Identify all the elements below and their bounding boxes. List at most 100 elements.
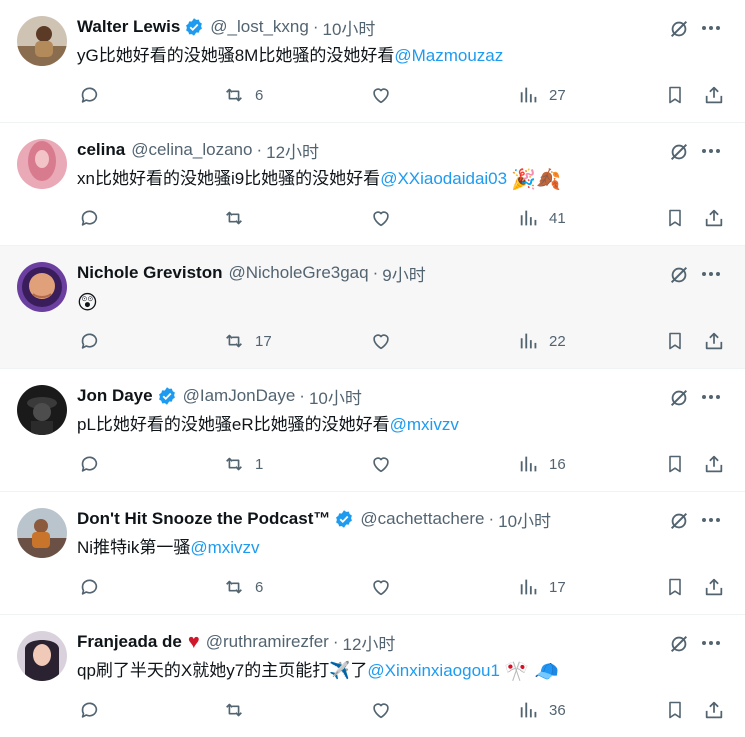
views-count: 41	[549, 209, 566, 227]
tweet[interactable]: celina @celina_lozano · 12小时 xn比她好看的没她骚i…	[0, 123, 745, 246]
separator-dot: ·	[312, 17, 319, 36]
more-icon[interactable]	[699, 385, 723, 409]
grok-icon[interactable]	[668, 387, 690, 409]
retweet-button[interactable]: 17	[222, 330, 272, 352]
like-button[interactable]	[370, 453, 401, 475]
avatar[interactable]	[17, 508, 67, 558]
views-count: 16	[549, 455, 566, 473]
bookmark-icon[interactable]	[665, 207, 685, 229]
views-button[interactable]: 17	[518, 576, 566, 598]
bookmark-icon[interactable]	[665, 699, 685, 721]
bookmark-icon[interactable]	[665, 576, 685, 598]
views-button[interactable]: 27	[518, 84, 566, 106]
like-button[interactable]	[370, 576, 401, 598]
views-button[interactable]: 36	[518, 699, 566, 721]
more-icon[interactable]	[699, 262, 723, 286]
tweet-time[interactable]: 10小时	[309, 384, 362, 409]
avatar[interactable]	[17, 139, 67, 189]
verified-badge-icon	[157, 386, 177, 406]
grok-icon[interactable]	[668, 264, 690, 286]
like-button[interactable]	[370, 699, 401, 721]
tweet[interactable]: Walter Lewis @_lost_kxng · 10小时 yG比她好看的没…	[0, 0, 745, 123]
tweet-time[interactable]: 12小时	[342, 630, 395, 655]
author-handle[interactable]: @cachettachere	[360, 509, 484, 529]
bookmark-icon[interactable]	[665, 453, 685, 475]
author-name[interactable]: Nichole Greviston	[77, 263, 222, 283]
author-handle[interactable]: @ruthramirezfer	[206, 632, 329, 652]
reply-button[interactable]	[78, 453, 109, 475]
tweet-header: Franjeada de ♥ @ruthramirezfer · 12小时	[77, 630, 665, 654]
reply-button[interactable]	[78, 699, 109, 721]
mention-link[interactable]: @mxivzv	[390, 415, 459, 434]
grok-icon[interactable]	[668, 141, 690, 163]
bookmark-icon[interactable]	[665, 330, 685, 352]
tweet[interactable]: Don't Hit Snooze the Podcast™ @cachettac…	[0, 492, 745, 615]
retweet-button[interactable]: 6	[222, 84, 263, 106]
tweet-emoji: 🎌 🧢	[503, 661, 560, 683]
share-icon[interactable]	[703, 84, 725, 106]
more-icon[interactable]	[699, 16, 723, 40]
reply-button[interactable]	[78, 84, 109, 106]
author-handle[interactable]: @IamJonDaye	[183, 386, 296, 406]
retweet-button[interactable]	[222, 207, 255, 229]
like-button[interactable]	[370, 207, 401, 229]
tweet-time[interactable]: 10小时	[498, 507, 551, 532]
mention-link[interactable]: @mxivzv	[190, 538, 259, 557]
avatar[interactable]	[17, 262, 67, 312]
share-icon[interactable]	[703, 699, 725, 721]
author-handle[interactable]: @_lost_kxng	[210, 17, 309, 37]
grok-icon[interactable]	[668, 18, 690, 40]
tweet-time[interactable]: 12小时	[266, 138, 319, 163]
more-icon[interactable]	[699, 508, 723, 532]
verified-badge-icon	[184, 17, 204, 37]
mention-link[interactable]: @Mazmouzaz	[394, 46, 503, 65]
share-icon[interactable]	[703, 453, 725, 475]
more-icon[interactable]	[699, 139, 723, 163]
verified-badge-icon	[334, 509, 354, 529]
reply-button[interactable]	[78, 330, 109, 352]
views-button[interactable]: 41	[518, 207, 566, 229]
avatar[interactable]	[17, 16, 67, 66]
tweet-text: yG比她好看的没她骚8M比她骚的没她好看@Mazmouzaz	[77, 44, 705, 68]
share-icon[interactable]	[703, 330, 725, 352]
share-icon[interactable]	[703, 207, 725, 229]
author-name[interactable]: Franjeada de	[77, 632, 182, 652]
bookmark-icon[interactable]	[665, 84, 685, 106]
separator-dot: ·	[256, 140, 263, 159]
avatar[interactable]	[17, 631, 67, 681]
author-name[interactable]: Don't Hit Snooze the Podcast™	[77, 509, 330, 529]
grok-icon[interactable]	[668, 510, 690, 532]
tweet-body: yG比她好看的没她骚8M比她骚的没她好看	[77, 46, 395, 65]
tweet-time[interactable]: 9小时	[382, 261, 425, 286]
grok-icon[interactable]	[668, 633, 690, 655]
tweet-actions: 6 27	[0, 84, 745, 110]
views-button[interactable]: 22	[518, 330, 566, 352]
tweet[interactable]: Jon Daye @IamJonDaye · 10小时 pL比她好看的没她骚eR…	[0, 369, 745, 492]
retweet-button[interactable]: 1	[222, 453, 263, 475]
like-button[interactable]	[370, 84, 401, 106]
reply-button[interactable]	[78, 207, 109, 229]
author-name[interactable]: Walter Lewis	[77, 17, 180, 37]
tweet-emoji: 🎉🍂	[511, 169, 561, 191]
separator-dot: ·	[372, 263, 379, 282]
mention-link[interactable]: @Xinxinxiaogou1	[367, 661, 500, 680]
reply-button[interactable]	[78, 576, 109, 598]
separator-dot: ·	[299, 386, 305, 405]
tweet-time[interactable]: 10小时	[323, 15, 376, 40]
views-button[interactable]: 16	[518, 453, 566, 475]
author-handle[interactable]: @celina_lozano	[131, 140, 252, 160]
author-name[interactable]: Jon Daye	[77, 386, 153, 406]
retweet-button[interactable]	[222, 699, 255, 721]
mention-link[interactable]: @XXiaodaidai03	[380, 169, 507, 188]
like-button[interactable]	[370, 330, 401, 352]
tweet-text: qp刷了半天的X就她y7的主页能打✈️了@Xinxinxiaogou1 🎌 🧢	[77, 659, 705, 684]
retweet-button[interactable]: 6	[222, 576, 263, 598]
share-icon[interactable]	[703, 576, 725, 598]
tweet[interactable]: Nichole Greviston @NicholeGre3gaq · 9小时 …	[0, 246, 745, 369]
author-handle[interactable]: @NicholeGre3gaq	[228, 263, 368, 283]
tweet[interactable]: Franjeada de ♥ @ruthramirezfer · 12小时 qp…	[0, 615, 745, 733]
retweet-count: 6	[255, 86, 264, 104]
more-icon[interactable]	[699, 631, 723, 655]
author-name[interactable]: celina	[77, 140, 125, 160]
avatar[interactable]	[17, 385, 67, 435]
